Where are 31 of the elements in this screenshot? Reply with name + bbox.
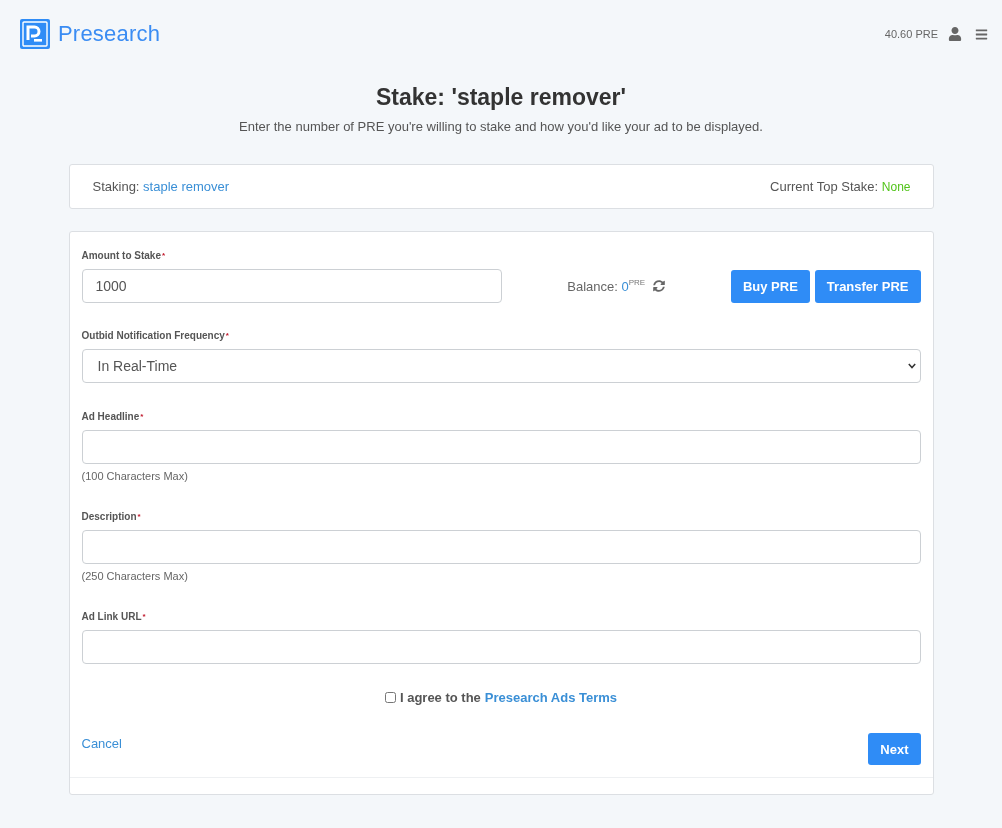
user-icon[interactable] [948,27,962,41]
text-input[interactable] [81,430,921,464]
transfer-button[interactable]: Transfer PRE [814,270,921,303]
terms-link[interactable]: Presearch Ads Terms [484,689,618,705]
cancel-link[interactable]: Cancel [81,736,122,751]
page-title: Stake: 'staple remover' [376,83,626,112]
select-field[interactable]: In Real-Time [81,349,921,383]
logo-icon[interactable] [20,19,50,49]
hint-text: (100 Characters Max) [81,469,188,483]
text-input[interactable] [81,530,921,564]
next-button[interactable]: Next [868,733,921,765]
chevron-down-icon [907,363,916,369]
balance-text: Balance: 0$^{PRE}$ [567,278,646,294]
balance-amount: 40.60 PRE [884,28,938,40]
field-label: Description* [81,510,141,523]
logo-text[interactable]: Presearch [58,21,161,47]
buy-button[interactable]: Buy PRE [730,270,810,303]
field-label: Ad Link URL* [81,610,146,623]
hint-text: (250 Characters Max) [81,569,188,583]
page-subtitle: Enter the number of PRE you're willing to stake and how you'd like your ad to be displayed. [239,118,763,136]
field-label: Ad Headline* [81,410,144,423]
top-stake-text: Current Top Stake: None [770,179,911,194]
agree-checkbox[interactable] [384,691,396,703]
text-input[interactable] [81,630,921,664]
menu-icon[interactable] [975,27,988,41]
field-label: Amount to Stake* [81,249,166,262]
refresh-icon[interactable] [653,280,666,292]
staking-keyword-text: Staking: staple remover [92,179,230,194]
agreement-text: I agree to the [399,689,481,705]
amount-input[interactable]: 1000 [81,269,502,303]
field-label: Outbid Notification Frequency* [81,329,229,342]
